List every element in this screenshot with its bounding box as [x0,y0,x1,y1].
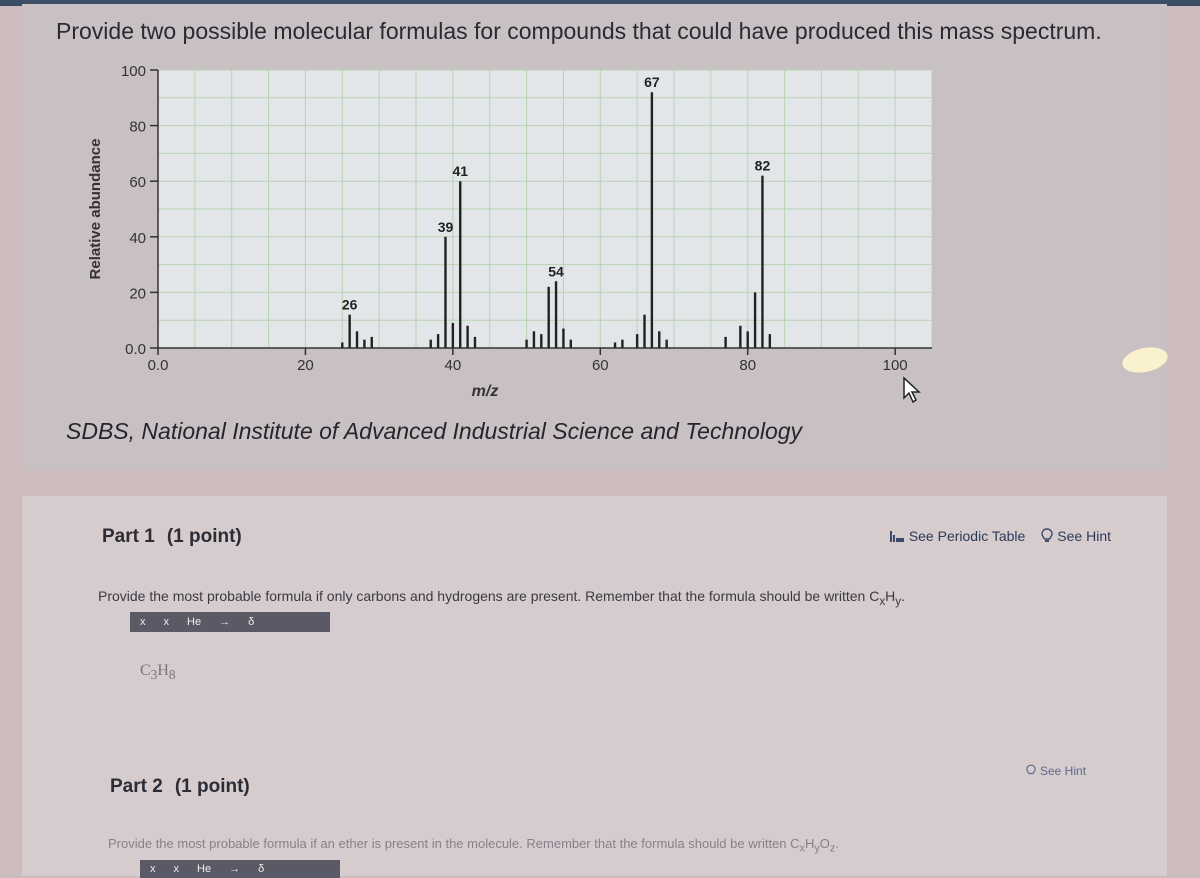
periodic-table-icon [889,531,904,542]
y-tick-label: 100 [121,63,146,80]
part1-header: Part 1 (1 point) [102,526,242,548]
part2-instruction-o: O [819,836,830,851]
x-tick-label: 40 [445,357,462,374]
peak-label: 67 [644,74,660,90]
question-panel: Provide two possible molecular formulas … [22,4,1167,470]
part1-points: (1 point) [166,526,242,547]
part2-instructions: Provide the most probable formula if an … [108,836,839,855]
lightbulb-icon [1041,528,1053,542]
part2-editor-toolbar: x x He → δ [140,860,340,878]
element-button[interactable]: He [197,863,211,875]
see-periodic-table-label: See Periodic Table [908,528,1026,544]
part2-header: Part 2 (1 point) [110,776,250,798]
x-tick-label: 20 [297,357,314,374]
superscript-button[interactable]: x [164,616,170,628]
x-tick-label: 80 [739,357,756,374]
y-tick-label: 80 [129,119,146,136]
x-tick-label: 100 [883,357,908,374]
arrow-button[interactable]: → [219,616,230,628]
peak-label: 39 [438,219,454,235]
part2-see-hint-label: See Hint [1040,764,1087,778]
element-button[interactable]: He [187,616,201,628]
part1-title: Part 1 [102,526,155,547]
y-tick-label: 60 [129,174,146,191]
peak-label: 82 [755,158,771,174]
delta-button[interactable]: δ [248,616,254,628]
source-credit: SDBS, National Institute of Advanced Ind… [66,418,803,444]
delta-button[interactable]: δ [258,863,264,875]
x-tick-label: 60 [592,357,609,374]
part1-see-hint-label: See Hint [1057,528,1111,544]
part2-title: Part 2 [110,776,163,797]
x-axis-label: m/z [472,383,499,400]
part2-points: (1 point) [174,776,250,797]
subscript-button[interactable]: x [150,863,156,875]
part2-instruction-h: H [804,836,815,851]
part1-instruction-text: Provide the most probable formula if onl… [98,588,880,604]
y-axis-label: Relative abundance [87,139,104,280]
y-tick-label: 20 [129,285,146,302]
part2-instruction-end: . [835,836,839,851]
part1-answer-sub2: 8 [168,667,176,683]
mass-spectrum-svg: 0.0 20 40 60 80 100 0.0 20 40 60 80 100 m/z Relative … [87,63,933,400]
part1-see-hint-link[interactable]: See Hint [1041,528,1111,544]
see-periodic-table-link[interactable]: See Periodic Table [889,528,1025,544]
peak-label: 54 [548,263,564,279]
part1-instruction-h: H [885,588,896,604]
part2-instruction-text: Provide the most probable formula if an … [108,836,800,851]
part1-answer-h: H [157,662,169,679]
x-tick-label: 0.0 [148,357,169,374]
y-tick-label: 0.0 [125,341,146,358]
lightbulb-icon [1026,764,1036,775]
arrow-button[interactable]: → [229,863,240,875]
part2-see-hint-link[interactable]: See Hint [1026,764,1086,778]
part1-answer-field[interactable]: C3H8 [140,662,176,683]
part1-instruction-end: . [901,588,905,604]
subscript-button[interactable]: x [140,616,146,628]
mass-spectrum-chart: 0.0 20 40 60 80 100 0.0 20 40 60 80 100 m/z Relative … [70,58,942,410]
part1-answer-c: C [140,662,151,679]
answer-panel: Part 1 (1 point) See Periodic Table See H… [22,496,1167,878]
part1-tools: See Periodic Table See Hint [889,528,1111,544]
part1-editor-toolbar: x x He → δ [130,612,330,632]
peak-label: 41 [452,163,468,179]
peak-label: 26 [342,297,358,313]
question-title: Provide two possible molecular formulas … [56,18,1102,44]
part1-instructions: Provide the most probable formula if onl… [98,588,905,608]
y-tick-label: 40 [129,230,146,247]
mouse-cursor-icon [903,376,921,404]
superscript-button[interactable]: x [174,863,180,875]
